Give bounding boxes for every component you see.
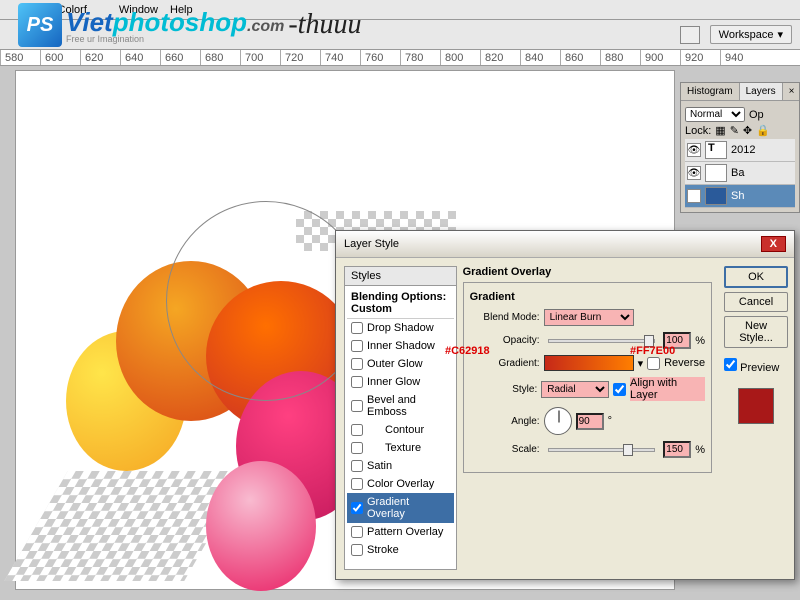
style-item-inner-shadow[interactable]: Inner Shadow bbox=[347, 337, 454, 355]
lock-pixels-icon[interactable]: ✎ bbox=[730, 124, 739, 137]
dropdown-icon[interactable]: ▾ bbox=[638, 357, 644, 370]
screen-mode-icon[interactable] bbox=[680, 26, 700, 44]
chevron-down-icon: ▾ bbox=[777, 28, 783, 41]
watermark-logo: PS Vietphotoshop.com Free ur Imagination… bbox=[18, 0, 438, 50]
layer-row[interactable]: 👁 T 2012 bbox=[685, 139, 795, 162]
style-item-texture[interactable]: Texture bbox=[347, 439, 454, 457]
dialog-title: Layer Style bbox=[344, 238, 399, 250]
lock-icon[interactable]: ▦ bbox=[715, 124, 725, 137]
layer-style-dialog: Layer Style X Styles Blending Options: C… bbox=[335, 230, 795, 580]
lock-move-icon[interactable]: ✥ bbox=[743, 124, 752, 137]
blend-mode-dropdown[interactable]: Linear Burn bbox=[544, 309, 634, 326]
style-dropdown[interactable]: Radial bbox=[541, 381, 609, 398]
scale-input[interactable] bbox=[663, 441, 691, 458]
logo-icon: PS bbox=[18, 3, 62, 47]
opacity-slider[interactable] bbox=[548, 339, 656, 343]
style-checkbox[interactable] bbox=[351, 340, 363, 352]
reverse-checkbox[interactable] bbox=[647, 357, 660, 370]
style-item-bevel-and-emboss[interactable]: Bevel and Emboss bbox=[347, 391, 454, 421]
style-checkbox[interactable] bbox=[351, 460, 363, 472]
layer-thumb bbox=[705, 164, 727, 182]
color-annotation-right: #FF7E00 bbox=[630, 345, 675, 357]
visibility-icon[interactable]: 👁 bbox=[687, 189, 701, 203]
layer-row[interactable]: 👁 Sh bbox=[685, 185, 795, 208]
style-checkbox[interactable] bbox=[351, 478, 363, 490]
angle-input[interactable] bbox=[576, 413, 604, 430]
color-annotation-left: #C62918 bbox=[445, 345, 490, 357]
style-item-drop-shadow[interactable]: Drop Shadow bbox=[347, 319, 454, 337]
styles-header[interactable]: Styles bbox=[345, 267, 456, 286]
style-checkbox[interactable] bbox=[351, 376, 363, 388]
artwork-shapes bbox=[66, 251, 346, 551]
new-style-button[interactable]: New Style... bbox=[724, 316, 788, 348]
layer-name: Ba bbox=[731, 167, 744, 179]
preview-swatch bbox=[738, 388, 774, 424]
style-item-outer-glow[interactable]: Outer Glow bbox=[347, 355, 454, 373]
layer-thumb bbox=[705, 187, 727, 205]
layer-name: Sh bbox=[731, 190, 744, 202]
style-checkbox[interactable] bbox=[351, 358, 363, 370]
tab-layers[interactable]: Layers bbox=[740, 83, 783, 100]
style-item-color-overlay[interactable]: Color Overlay bbox=[347, 475, 454, 493]
close-button[interactable]: X bbox=[761, 236, 786, 252]
tab-histogram[interactable]: Histogram bbox=[681, 83, 740, 100]
style-checkbox[interactable] bbox=[351, 544, 363, 556]
layer-thumb: T bbox=[705, 141, 727, 159]
author-signature: -thuuu bbox=[288, 9, 361, 41]
align-checkbox[interactable] bbox=[613, 383, 626, 396]
cancel-button[interactable]: Cancel bbox=[724, 292, 788, 312]
visibility-icon[interactable]: 👁 bbox=[687, 143, 701, 157]
blending-options[interactable]: Blending Options: Custom bbox=[347, 288, 454, 319]
style-item-gradient-overlay[interactable]: Gradient Overlay bbox=[347, 493, 454, 523]
style-checkbox[interactable] bbox=[351, 400, 363, 412]
lock-all-icon[interactable]: 🔒 bbox=[756, 124, 770, 137]
layer-name: 2012 bbox=[731, 144, 755, 156]
layer-row[interactable]: 👁 Ba bbox=[685, 162, 795, 185]
preview-checkbox[interactable] bbox=[724, 358, 737, 371]
angle-dial[interactable] bbox=[544, 407, 572, 435]
gradient-picker[interactable] bbox=[544, 355, 634, 371]
style-checkbox[interactable] bbox=[351, 502, 363, 514]
workspace-dropdown[interactable]: Workspace▾ bbox=[710, 25, 792, 44]
close-icon[interactable]: × bbox=[783, 83, 800, 100]
style-item-inner-glow[interactable]: Inner Glow bbox=[347, 373, 454, 391]
scale-slider[interactable] bbox=[548, 448, 656, 452]
style-checkbox[interactable] bbox=[351, 526, 363, 538]
visibility-icon[interactable]: 👁 bbox=[687, 166, 701, 180]
style-item-pattern-overlay[interactable]: Pattern Overlay bbox=[347, 523, 454, 541]
style-item-stroke[interactable]: Stroke bbox=[347, 541, 454, 559]
style-checkbox[interactable] bbox=[351, 424, 363, 436]
ok-button[interactable]: OK bbox=[724, 266, 788, 288]
layers-panel: Histogram Layers × Normal Op Lock: ▦ ✎ ✥… bbox=[680, 82, 800, 213]
style-checkbox[interactable] bbox=[351, 442, 363, 454]
section-title: Gradient Overlay bbox=[463, 266, 713, 278]
horizontal-ruler: 5806006206406606807007207407607808008208… bbox=[0, 50, 800, 66]
style-checkbox[interactable] bbox=[351, 322, 363, 334]
style-item-contour[interactable]: Contour bbox=[347, 421, 454, 439]
blend-mode-select[interactable]: Normal bbox=[685, 107, 745, 122]
style-item-satin[interactable]: Satin bbox=[347, 457, 454, 475]
